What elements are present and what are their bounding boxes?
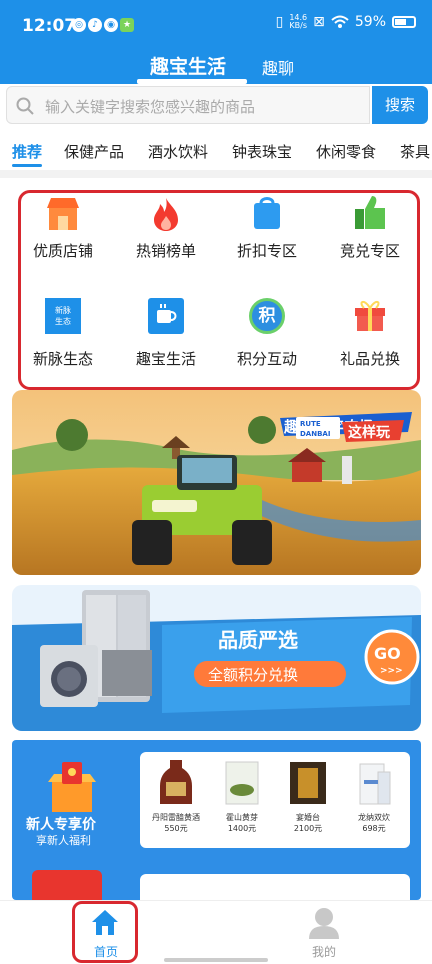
network-speed: 14.6 KB/s <box>289 13 308 30</box>
wifi-icon <box>331 15 349 28</box>
grid-label: 竞兑专区 <box>339 242 400 260</box>
game-app-icon: ★ <box>120 18 134 32</box>
close-notify-icon: ⊠ <box>313 14 325 30</box>
promo-subtitle: 享新人福利 <box>36 834 91 847</box>
product-name: 宴婚台 <box>296 813 320 822</box>
banner-quality-selection[interactable]: 品质严选 全额积分兑换 GO >>> <box>12 585 421 731</box>
product-price: 698元 <box>362 824 386 833</box>
top-header: 12:07 ◎ ♪ ◉ ★ ▯ 14.6 KB/s ⊠ 59% 趣宝生活 趣聊 <box>0 0 432 84</box>
battery-percent: 59% <box>354 14 386 30</box>
store-icon <box>47 198 79 230</box>
promo-second-panel <box>140 874 410 900</box>
quality-banner-subtitle: 全额积分兑换 <box>208 666 298 684</box>
farm-banner-image: 趣宝数字农场 RUTE DANBAI 这样玩 <box>12 390 421 575</box>
gesture-bar <box>164 958 268 962</box>
go-label: GO <box>374 644 401 663</box>
grid-label: 折扣专区 <box>236 242 297 260</box>
product-card[interactable]: 霍山黄芽 1400元 <box>212 758 272 842</box>
category-tab-snacks[interactable]: 休闲零食 <box>316 141 376 162</box>
notification-app-icon: ◎ <box>72 18 86 32</box>
thumbs-up-icon <box>355 196 385 229</box>
category-tabs: 推荐 保健产品 酒水饮料 钟表珠宝 休闲零食 茶具 <box>0 134 432 168</box>
battery-icon <box>392 16 416 28</box>
grid-label: 趣宝生活 <box>135 350 196 368</box>
category-tab-jewelry[interactable]: 钟表珠宝 <box>232 141 292 162</box>
icon-grid: 优质店铺 热销榜单 折扣专区 竞兑专区 新脉 生态 新脉生态 趣宝生活 积 积分… <box>0 180 432 390</box>
grid-item-gift[interactable]: 礼品兑换 <box>320 292 420 386</box>
farm-banner-subtitle: 这样玩 <box>348 424 390 441</box>
category-tab-tea[interactable]: 茶具 <box>400 141 430 162</box>
product-card[interactable]: 宴婚台 2100元 <box>278 758 338 842</box>
product-name: 龙纳双炊 <box>358 813 390 822</box>
fire-icon <box>154 198 178 231</box>
grid-item-hot-list[interactable]: 热销榜单 <box>116 190 216 284</box>
nav-home-label: 首页 <box>94 945 119 959</box>
grid-item-quality-store[interactable]: 优质店铺 <box>13 190 113 284</box>
tiktok-icon: ♪ <box>88 18 102 32</box>
search-input[interactable]: 输入关键字搜索您感兴趣的商品 <box>6 86 370 124</box>
product-image <box>359 763 391 805</box>
grid-item-exchange-zone[interactable]: 竞兑专区 <box>320 190 420 284</box>
grid-item-qubao-life[interactable]: 趣宝生活 <box>116 292 216 386</box>
farm-badge-bottom: DANBAI <box>300 430 330 438</box>
status-time: 12:07 <box>22 16 77 36</box>
quality-banner-title: 品质严选 <box>218 628 298 652</box>
grid-item-discount[interactable]: 折扣专区 <box>217 190 317 284</box>
quality-banner-image: 品质严选 全额积分兑换 GO >>> <box>12 585 421 731</box>
points-icon: 积 <box>249 298 285 334</box>
grid-item-points[interactable]: 积 积分互动 <box>217 292 317 386</box>
nav-mine-label: 我的 <box>312 945 337 959</box>
category-tab-health[interactable]: 保健产品 <box>64 141 124 162</box>
status-bar: 12:07 ◎ ♪ ◉ ★ ▯ 14.6 KB/s ⊠ 59% <box>0 0 432 52</box>
xinmai-logo-icon: 新脉 生态 <box>45 298 81 334</box>
nav-mine[interactable] <box>306 905 342 939</box>
bottom-nav: 首页 我的 <box>0 900 432 964</box>
search-icon <box>16 97 34 115</box>
new-user-promo[interactable]: 新人专享价 享新人福利 丹阳雷醯黄酒 550元 霍山黄芽 1400元 宴婚台 2… <box>12 740 421 900</box>
tab-qubao-life[interactable]: 趣宝生活 <box>150 52 226 79</box>
grid-item-xinmai[interactable]: 新脉 生态 新脉生态 <box>13 292 113 386</box>
red-envelope-icon <box>32 870 102 900</box>
shopping-bag-icon <box>254 197 280 229</box>
product-card[interactable]: 龙纳双炊 698元 <box>344 758 404 842</box>
promo-products: 丹阳雷醯黄酒 550元 霍山黄芽 1400元 宴婚台 2100元 龙纳双炊 69… <box>140 752 410 848</box>
product-image <box>160 760 192 804</box>
category-tab-drinks[interactable]: 酒水饮料 <box>148 141 208 162</box>
home-icon <box>92 910 118 935</box>
go-arrows: >>> <box>380 666 403 676</box>
grid-label: 礼品兑换 <box>339 350 400 368</box>
promo-title: 新人专享价 <box>26 817 96 833</box>
product-image <box>225 761 259 805</box>
divider <box>0 170 432 178</box>
vibrate-icon: ▯ <box>275 14 284 30</box>
top-nav: 趣宝生活 趣聊 <box>0 48 432 84</box>
search-placeholder: 输入关键字搜索您感兴趣的商品 <box>45 98 256 116</box>
product-price: 1400元 <box>227 824 257 833</box>
user-icon <box>309 908 339 939</box>
category-tab-recommend[interactable]: 推荐 <box>12 141 42 162</box>
product-price: 2100元 <box>293 824 323 833</box>
product-name: 霍山黄芽 <box>226 813 258 822</box>
grid-label: 新脉生态 <box>32 350 93 368</box>
product-card[interactable]: 丹阳雷醯黄酒 550元 <box>146 758 206 842</box>
tab-quliao[interactable]: 趣聊 <box>262 55 294 79</box>
category-active-indicator <box>12 164 42 167</box>
banner-digital-farm[interactable]: 趣宝数字农场 RUTE DANBAI 这样玩 <box>12 390 421 575</box>
weibo-icon: ◉ <box>104 18 118 32</box>
farm-badge-top: RUTE <box>300 420 321 428</box>
status-right: ▯ 14.6 KB/s ⊠ 59% <box>276 14 416 30</box>
grid-label: 热销榜单 <box>135 242 196 260</box>
search-bar: 输入关键字搜索您感兴趣的商品 搜索 <box>0 84 432 126</box>
gift-icon <box>355 301 385 331</box>
product-name: 丹阳雷醯黄酒 <box>152 813 200 822</box>
product-image <box>290 762 326 804</box>
cup-icon <box>148 298 184 334</box>
red-envelope-box-icon <box>48 762 96 812</box>
grid-label: 积分互动 <box>236 350 297 368</box>
grid-label: 优质店铺 <box>32 242 93 260</box>
product-price: 550元 <box>164 824 188 833</box>
search-button[interactable]: 搜索 <box>372 86 428 124</box>
